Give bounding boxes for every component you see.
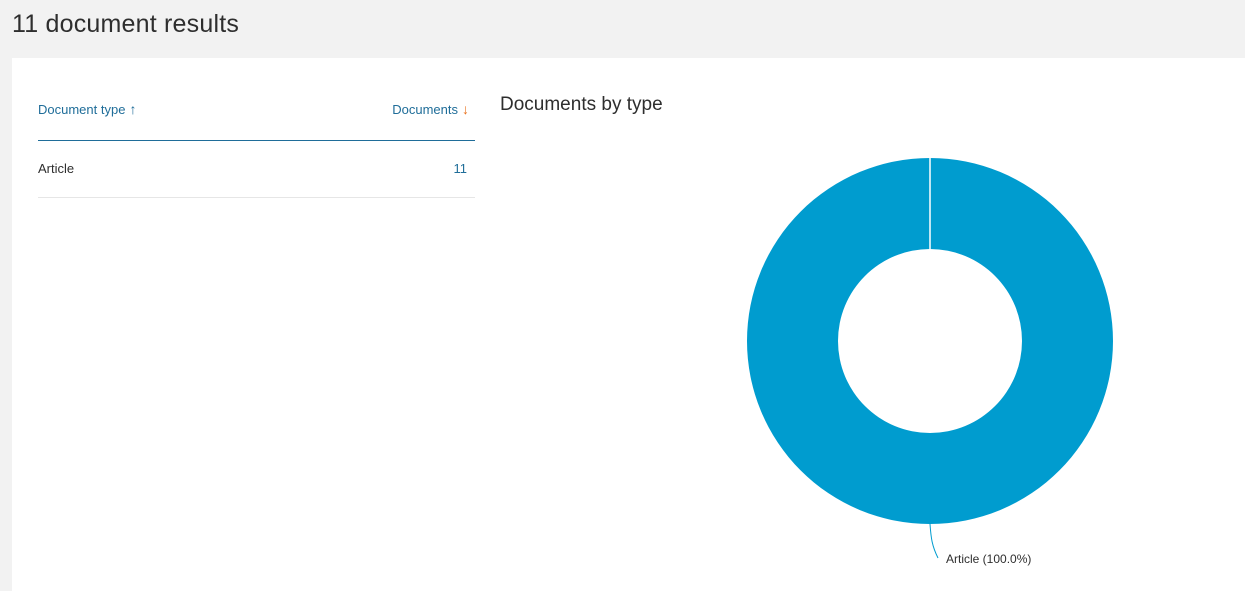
- slice-label: Article (100.0%): [946, 552, 1031, 566]
- results-header: 11 document results: [0, 0, 1245, 58]
- slice-label-leader: [929, 523, 939, 559]
- results-card: Document type ↑ Documents ↓ Article 11 Doc…: [12, 58, 1245, 591]
- documents-by-type-chart: Article (100.0%): [747, 158, 1113, 566]
- page-title: 11 document results: [12, 10, 240, 38]
